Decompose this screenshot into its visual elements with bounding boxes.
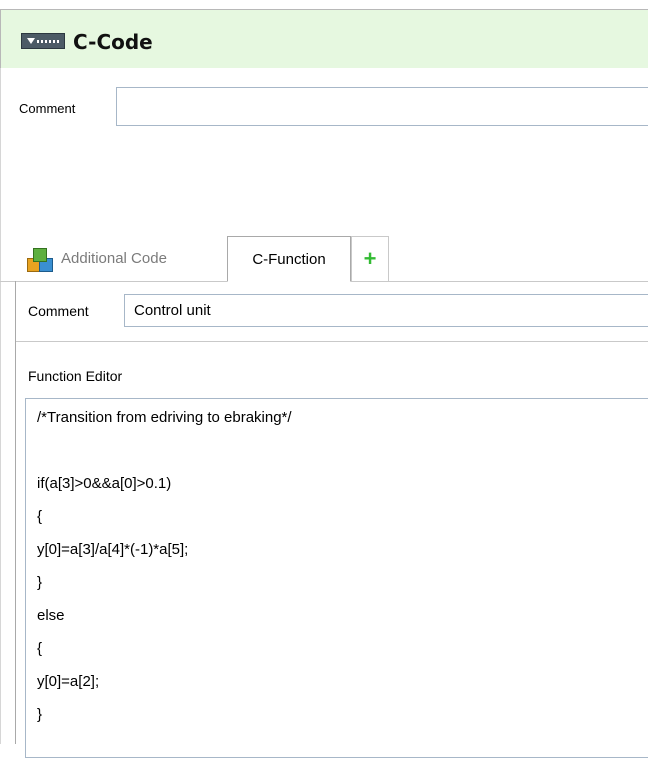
block-type-icon [21, 33, 65, 49]
function-comment-input[interactable]: Control unit [124, 294, 648, 327]
tab-c-function[interactable]: C-Function [227, 236, 351, 282]
comment-input[interactable] [116, 87, 648, 126]
code-line: } [37, 574, 43, 591]
code-line: /*Transition from edriving to ebraking*/ [37, 409, 292, 426]
add-tab-button[interactable]: + [351, 236, 389, 281]
block-title-bar: C-Code [0, 9, 648, 68]
tab-c-function-label: C-Function [252, 250, 326, 268]
function-editor-label: Function Editor [28, 368, 123, 384]
function-editor[interactable] [25, 398, 648, 758]
code-line: { [37, 508, 43, 525]
block-title: C-Code [73, 30, 153, 54]
code-line: { [37, 640, 43, 657]
code-line: y[0]=a[3]/a[4]*(-1)*a[5]; [37, 541, 189, 558]
code-line: } [37, 706, 43, 723]
code-line: if(a[3]>0&&a[0]>0.1) [37, 475, 172, 492]
tab-additional-code[interactable]: Additional Code [15, 236, 226, 281]
package-icon [25, 246, 55, 272]
code-line: y[0]=a[2]; [37, 673, 100, 690]
function-comment-label: Comment [28, 303, 89, 319]
tab-additional-code-label: Additional Code [61, 250, 167, 267]
add-tab-icon: + [363, 246, 377, 271]
panel-border [15, 281, 16, 744]
section-divider [16, 341, 648, 342]
code-line: else [37, 607, 65, 624]
comment-label: Comment [19, 101, 76, 116]
left-border [0, 68, 1, 744]
